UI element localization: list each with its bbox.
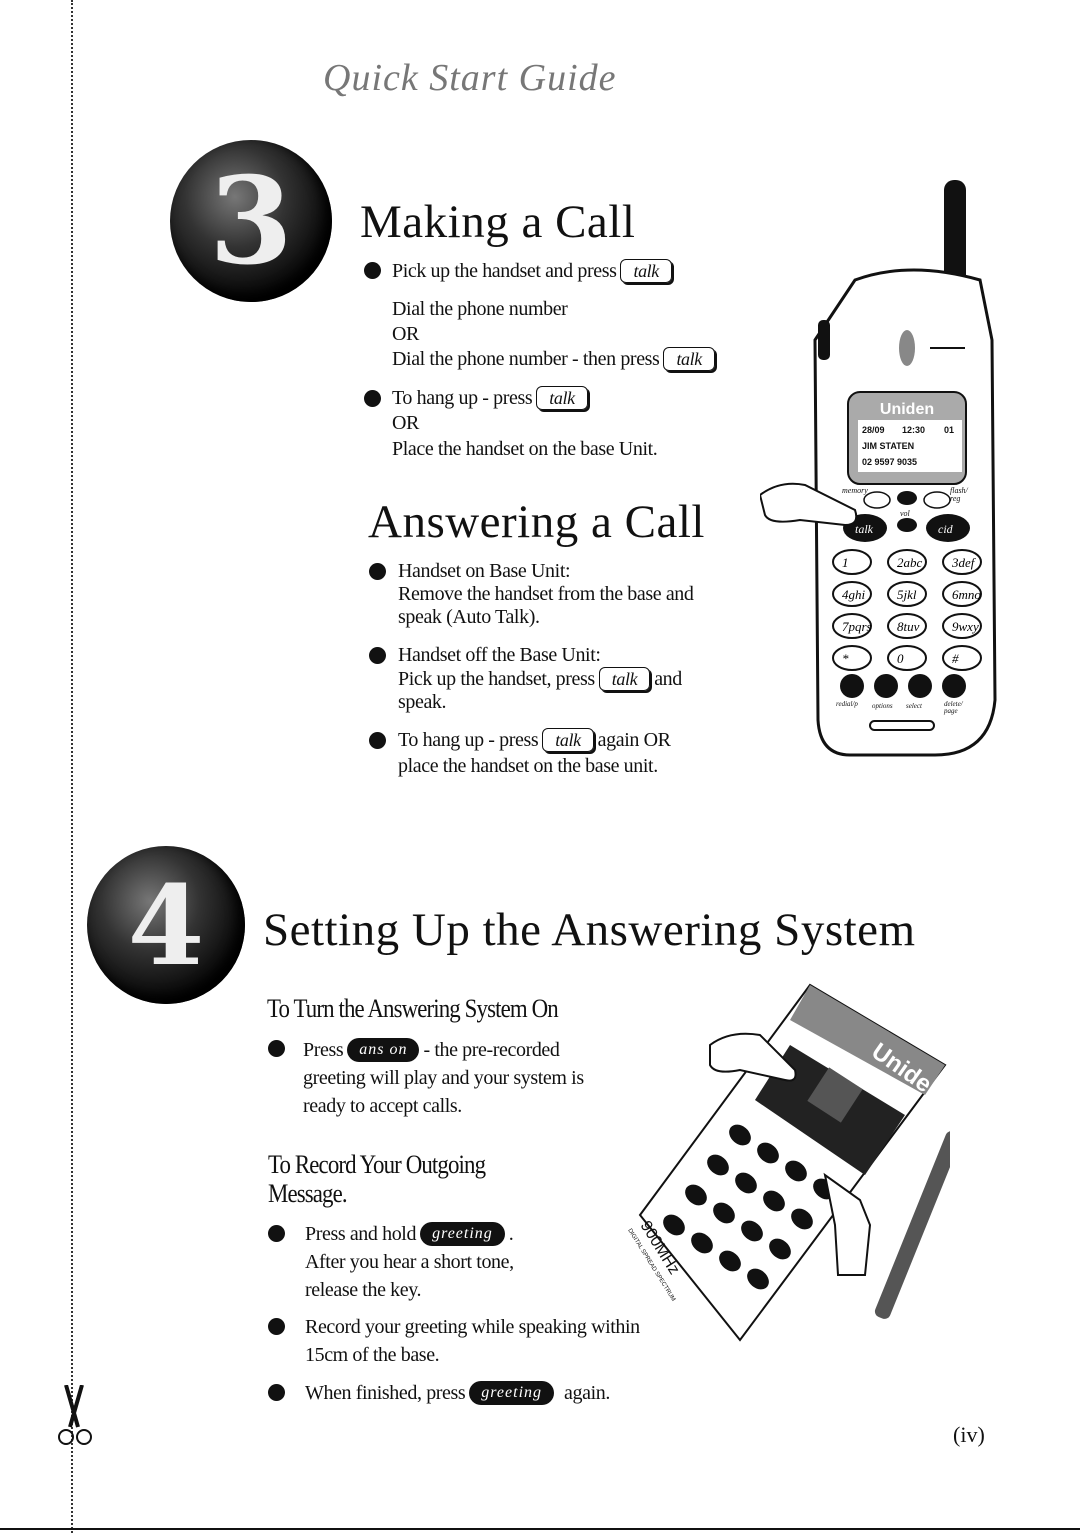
handset-key-label: 6mno xyxy=(952,587,981,602)
talk-key: talk xyxy=(663,347,715,371)
text-line: Handset on Base Unit: xyxy=(398,560,571,582)
handset-key-label: 2abc xyxy=(897,555,923,570)
display-name: JIM STATEN xyxy=(862,441,914,451)
bullet xyxy=(268,1318,285,1335)
text-line: release the key. xyxy=(305,1279,422,1301)
section-title-answering-call: Answering a Call xyxy=(368,496,705,548)
svg-text:memory: memory xyxy=(842,486,868,495)
base-unit-illustration: Uniden 900MHz DIGITAL SPREAD SPECTRUM xyxy=(626,983,950,1342)
bullet xyxy=(364,390,381,407)
text-line: greeting will play and your system is xyxy=(303,1067,584,1089)
text-line: When finished, press greeting again. xyxy=(305,1381,610,1405)
subheading-record-2: Message. xyxy=(268,1179,348,1208)
handset-key-label: 5jkl xyxy=(897,587,917,602)
handset-key-label: 8tuv xyxy=(897,619,920,634)
step-number: 3 xyxy=(209,150,293,292)
handset-key-label: * xyxy=(842,651,849,666)
scissors-icon xyxy=(58,1385,92,1445)
text-line: Dial the phone number - then press talk xyxy=(392,347,719,371)
handset-function-key xyxy=(908,674,932,698)
talk-key: talk xyxy=(536,386,588,410)
bottom-rule xyxy=(0,1528,1080,1530)
svg-text:options: options xyxy=(872,702,893,710)
svg-text:select: select xyxy=(906,702,923,710)
svg-text:reg: reg xyxy=(950,494,960,503)
text-line: Pick up the handset, press talk and xyxy=(398,667,682,691)
handset-key-label: 1 xyxy=(842,555,849,570)
display-number: 02 9597 9035 xyxy=(862,457,917,467)
subheading-turn-on: To Turn the Answering System On xyxy=(267,994,559,1023)
text-line: Place the handset on the base Unit. xyxy=(392,438,658,460)
svg-text:vol: vol xyxy=(900,509,911,518)
talk-key: talk xyxy=(542,728,594,752)
text-line: To hang up - press talk again OR xyxy=(398,728,671,752)
text-line: OR xyxy=(392,412,419,434)
greeting-key: greeting xyxy=(469,1381,555,1405)
bullet xyxy=(364,262,381,279)
text-line: OR xyxy=(392,323,419,345)
subheading-record: To Record Your Outgoing xyxy=(268,1150,486,1179)
text-line: Remove the handset from the base and xyxy=(398,583,694,605)
handset-function-key xyxy=(942,674,966,698)
bullet xyxy=(268,1040,285,1057)
text-line: place the handset on the base unit. xyxy=(398,755,658,777)
section-title-making-call: Making a Call xyxy=(360,196,636,248)
display-time: 12:30 xyxy=(902,425,925,435)
text-line: Record your greeting while speaking with… xyxy=(305,1316,640,1338)
handset-key-label: 0 xyxy=(897,651,904,666)
bullet xyxy=(268,1225,285,1242)
step-4-badge: 4 xyxy=(87,846,245,1004)
handset-key xyxy=(832,645,872,671)
handset-key-label: 4ghi xyxy=(842,587,866,602)
handset-brand: Uniden xyxy=(880,401,934,418)
step-number: 4 xyxy=(127,860,205,990)
svg-text:redial/p: redial/p xyxy=(836,700,858,708)
bullet xyxy=(369,647,386,664)
text-line: 15cm of the base. xyxy=(305,1344,440,1366)
text-line: Handset off the Base Unit: xyxy=(398,644,601,666)
handset-illustration: Uniden 28/09 12:30 01 JIM STATEN 02 9597… xyxy=(760,180,997,757)
text-line: Press and hold greeting. xyxy=(305,1222,514,1246)
text-line: After you hear a short tone, xyxy=(305,1251,514,1273)
handset-key-label: 7pqrs xyxy=(842,619,872,634)
section-title-answering-system: Setting Up the Answering System xyxy=(263,904,916,956)
handset-key xyxy=(942,645,982,671)
text-line: ready to accept calls. xyxy=(303,1095,462,1117)
page-number: (iv) xyxy=(953,1422,985,1447)
step-3-badge: 3 xyxy=(170,140,332,302)
cut-line xyxy=(71,0,73,1533)
text-line: speak (Auto Talk). xyxy=(398,606,540,628)
svg-text:cid: cid xyxy=(938,522,954,536)
bullet xyxy=(268,1384,285,1401)
svg-text:page: page xyxy=(943,707,958,715)
svg-text:talk: talk xyxy=(855,522,874,536)
handset-key-label: 9wxy xyxy=(952,619,979,634)
bullet xyxy=(369,563,386,580)
text-line: To hang up - press talk xyxy=(392,386,592,410)
display-count: 01 xyxy=(944,425,954,435)
handset-key xyxy=(832,549,872,575)
talk-key: talk xyxy=(598,667,651,691)
text-line: speak. xyxy=(398,691,447,713)
text-line: Dial the phone number xyxy=(392,298,568,320)
text-line: Pick up the handset and press talk xyxy=(392,259,676,283)
greeting-key: greeting xyxy=(420,1222,505,1246)
handset-key xyxy=(887,645,927,671)
bullet xyxy=(369,732,386,749)
page-header-title: Quick Start Guide xyxy=(323,57,617,99)
handset-function-key xyxy=(840,674,864,698)
handset-key-label: 3def xyxy=(951,555,977,570)
talk-key: talk xyxy=(620,259,672,283)
handset-function-key xyxy=(874,674,898,698)
ans-on-key: ans on xyxy=(347,1038,420,1062)
display-date: 28/09 xyxy=(862,425,885,435)
handset-key-label: # xyxy=(952,651,959,666)
text-line: Press ans on - the pre-recorded xyxy=(303,1038,560,1062)
